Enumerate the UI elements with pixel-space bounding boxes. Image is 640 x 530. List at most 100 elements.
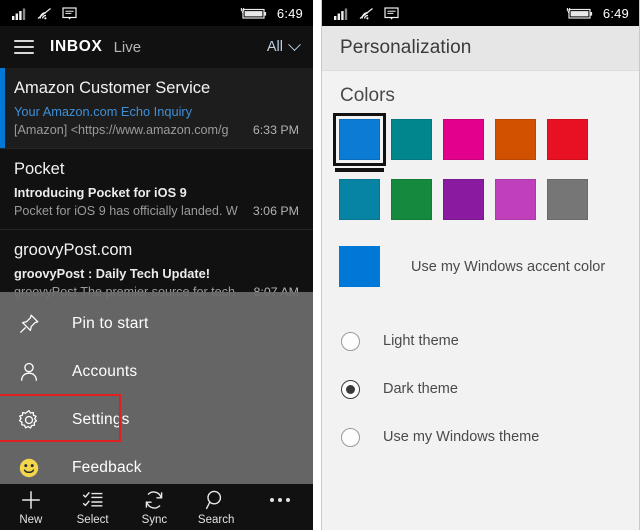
settings-screen: 6:49 Personalization Colors Use my Windo… [321, 0, 640, 530]
message-subject: Introducing Pocket for iOS 9 [14, 184, 187, 200]
refresh-icon [146, 490, 163, 509]
status-bar-left-icons [334, 6, 399, 20]
message-sender: Amazon Customer Service [14, 79, 211, 97]
person-icon [18, 361, 48, 383]
account-name: Live [113, 38, 142, 56]
theme-option-label: Dark theme [383, 381, 458, 397]
hamburger-icon[interactable] [14, 40, 34, 54]
message-list-item[interactable]: Pocket Introducing Pocket for iOS 9 Pock… [0, 149, 313, 230]
theme-option-windows[interactable]: Use my Windows theme [341, 413, 639, 461]
windows-accent-color-option[interactable]: Use my Windows accent color [322, 246, 639, 287]
status-bar-right: 6:49 [322, 0, 639, 26]
color-swatch-row-2 [322, 179, 639, 220]
message-list: Amazon Customer Service Your Amazon.com … [0, 68, 313, 311]
color-swatch-blue[interactable] [333, 113, 386, 172]
color-swatch-fill [443, 179, 484, 220]
app-bar-more-button[interactable] [247, 498, 313, 516]
theme-radio-group: Light theme Dark theme Use my Windows th… [322, 317, 639, 461]
app-bar-label: Select [76, 513, 109, 526]
magnifier-icon [206, 490, 222, 509]
status-bar-right-group: 6:49 [564, 6, 629, 21]
color-swatch-orange[interactable] [495, 119, 536, 160]
app-bar: New Select Sync Search [0, 484, 313, 530]
color-swatch-orchid[interactable] [495, 179, 536, 220]
color-swatch-fill [339, 179, 380, 220]
filter-label: All [266, 39, 283, 55]
menu-item-pin-to-start[interactable]: Pin to start [0, 300, 313, 348]
filter-dropdown[interactable]: All [266, 37, 301, 55]
radio-button[interactable] [341, 331, 360, 351]
mail-app-screen: 6:49 INBOX Live All Amazon Customer Serv… [0, 0, 313, 530]
unread-accent-bar [0, 68, 5, 148]
app-bar-label: Sync [141, 513, 168, 526]
color-swatch-fill [495, 179, 536, 220]
color-swatch-teal[interactable] [391, 119, 432, 160]
wifi-icon [359, 7, 373, 19]
radio-button[interactable] [341, 427, 360, 447]
message-preview: [Amazon] <https://www.amazon.com/g [14, 122, 229, 137]
color-swatch-fill [495, 119, 536, 160]
app-bar-search-button[interactable]: Search [185, 489, 247, 526]
app-bar-select-button[interactable]: Select [62, 489, 124, 526]
mail-header: INBOX Live All [0, 26, 313, 68]
app-bar-new-button[interactable]: New [0, 489, 62, 526]
radio-button[interactable] [341, 379, 360, 399]
message-list-item[interactable]: Amazon Customer Service Your Amazon.com … [0, 68, 313, 149]
color-swatch-fill [333, 113, 386, 166]
color-swatch-row-1 [322, 113, 639, 172]
color-swatch-purple[interactable] [443, 179, 484, 220]
settings-header: Personalization [322, 26, 639, 71]
app-bar-label: New [19, 513, 43, 526]
message-sender: Pocket [14, 159, 65, 178]
color-swatch-magenta[interactable] [443, 119, 484, 160]
gear-icon [18, 409, 48, 431]
accent-color-swatch [339, 246, 380, 287]
color-swatch-fill [547, 119, 588, 160]
message-meta-row: Pocket for iOS 9 has officially landed. … [14, 204, 299, 218]
color-swatch-dark-cyan[interactable] [339, 179, 380, 220]
color-swatch-gray[interactable] [547, 179, 588, 220]
theme-option-dark[interactable]: Dark theme [341, 365, 639, 413]
colors-section-title: Colors [340, 85, 395, 106]
ellipsis-icon [270, 498, 290, 502]
menu-item-settings[interactable]: Settings [0, 394, 313, 444]
menu-item-label: Pin to start [72, 315, 149, 332]
theme-option-label: Use my Windows theme [383, 429, 540, 445]
menu-item-label: Feedback [72, 459, 142, 476]
inbox-title: INBOX [50, 38, 103, 55]
menu-item-label: Settings [72, 411, 130, 428]
app-bar-label: Search [197, 513, 235, 526]
status-bar-clock: 6:49 [602, 5, 629, 21]
chevron-down-icon [288, 37, 301, 51]
color-swatch-red[interactable] [547, 119, 588, 160]
menu-item-label: Accounts [72, 363, 138, 380]
battery-charging-icon [566, 7, 592, 19]
color-swatch-fill [391, 119, 432, 160]
settings-body: Colors Use my Windows accent color Light… [322, 71, 639, 530]
message-preview: Pocket for iOS 9 has officially landed. … [14, 203, 238, 218]
pin-icon [18, 313, 48, 335]
status-bar-clock: 6:49 [276, 5, 303, 21]
wifi-icon [37, 7, 51, 19]
color-swatch-fill [443, 119, 484, 160]
signal-bars-icon [12, 8, 26, 20]
color-swatch-green[interactable] [391, 179, 432, 220]
page-title: Personalization [340, 37, 472, 58]
message-time: 6:33 PM [252, 122, 299, 137]
message-meta-row: [Amazon] <https://www.amazon.com/g 6:33 … [14, 123, 299, 137]
message-subject: groovyPost : Daily Tech Update! [14, 265, 211, 281]
plus-icon [22, 490, 40, 509]
overflow-menu: Pin to start Accounts Settings Feedback [0, 292, 313, 484]
checklist-icon [82, 491, 103, 506]
smiley-icon [18, 457, 48, 479]
menu-item-accounts[interactable]: Accounts [0, 348, 313, 396]
message-icon [62, 6, 77, 20]
battery-charging-icon [240, 7, 266, 19]
signal-bars-icon [334, 8, 348, 20]
message-time: 3:06 PM [252, 203, 299, 218]
theme-option-light[interactable]: Light theme [341, 317, 639, 365]
color-swatch-fill [391, 179, 432, 220]
app-bar-sync-button[interactable]: Sync [124, 489, 186, 526]
message-subject: Your Amazon.com Echo Inquiry [14, 103, 193, 119]
theme-option-label: Light theme [383, 333, 459, 349]
